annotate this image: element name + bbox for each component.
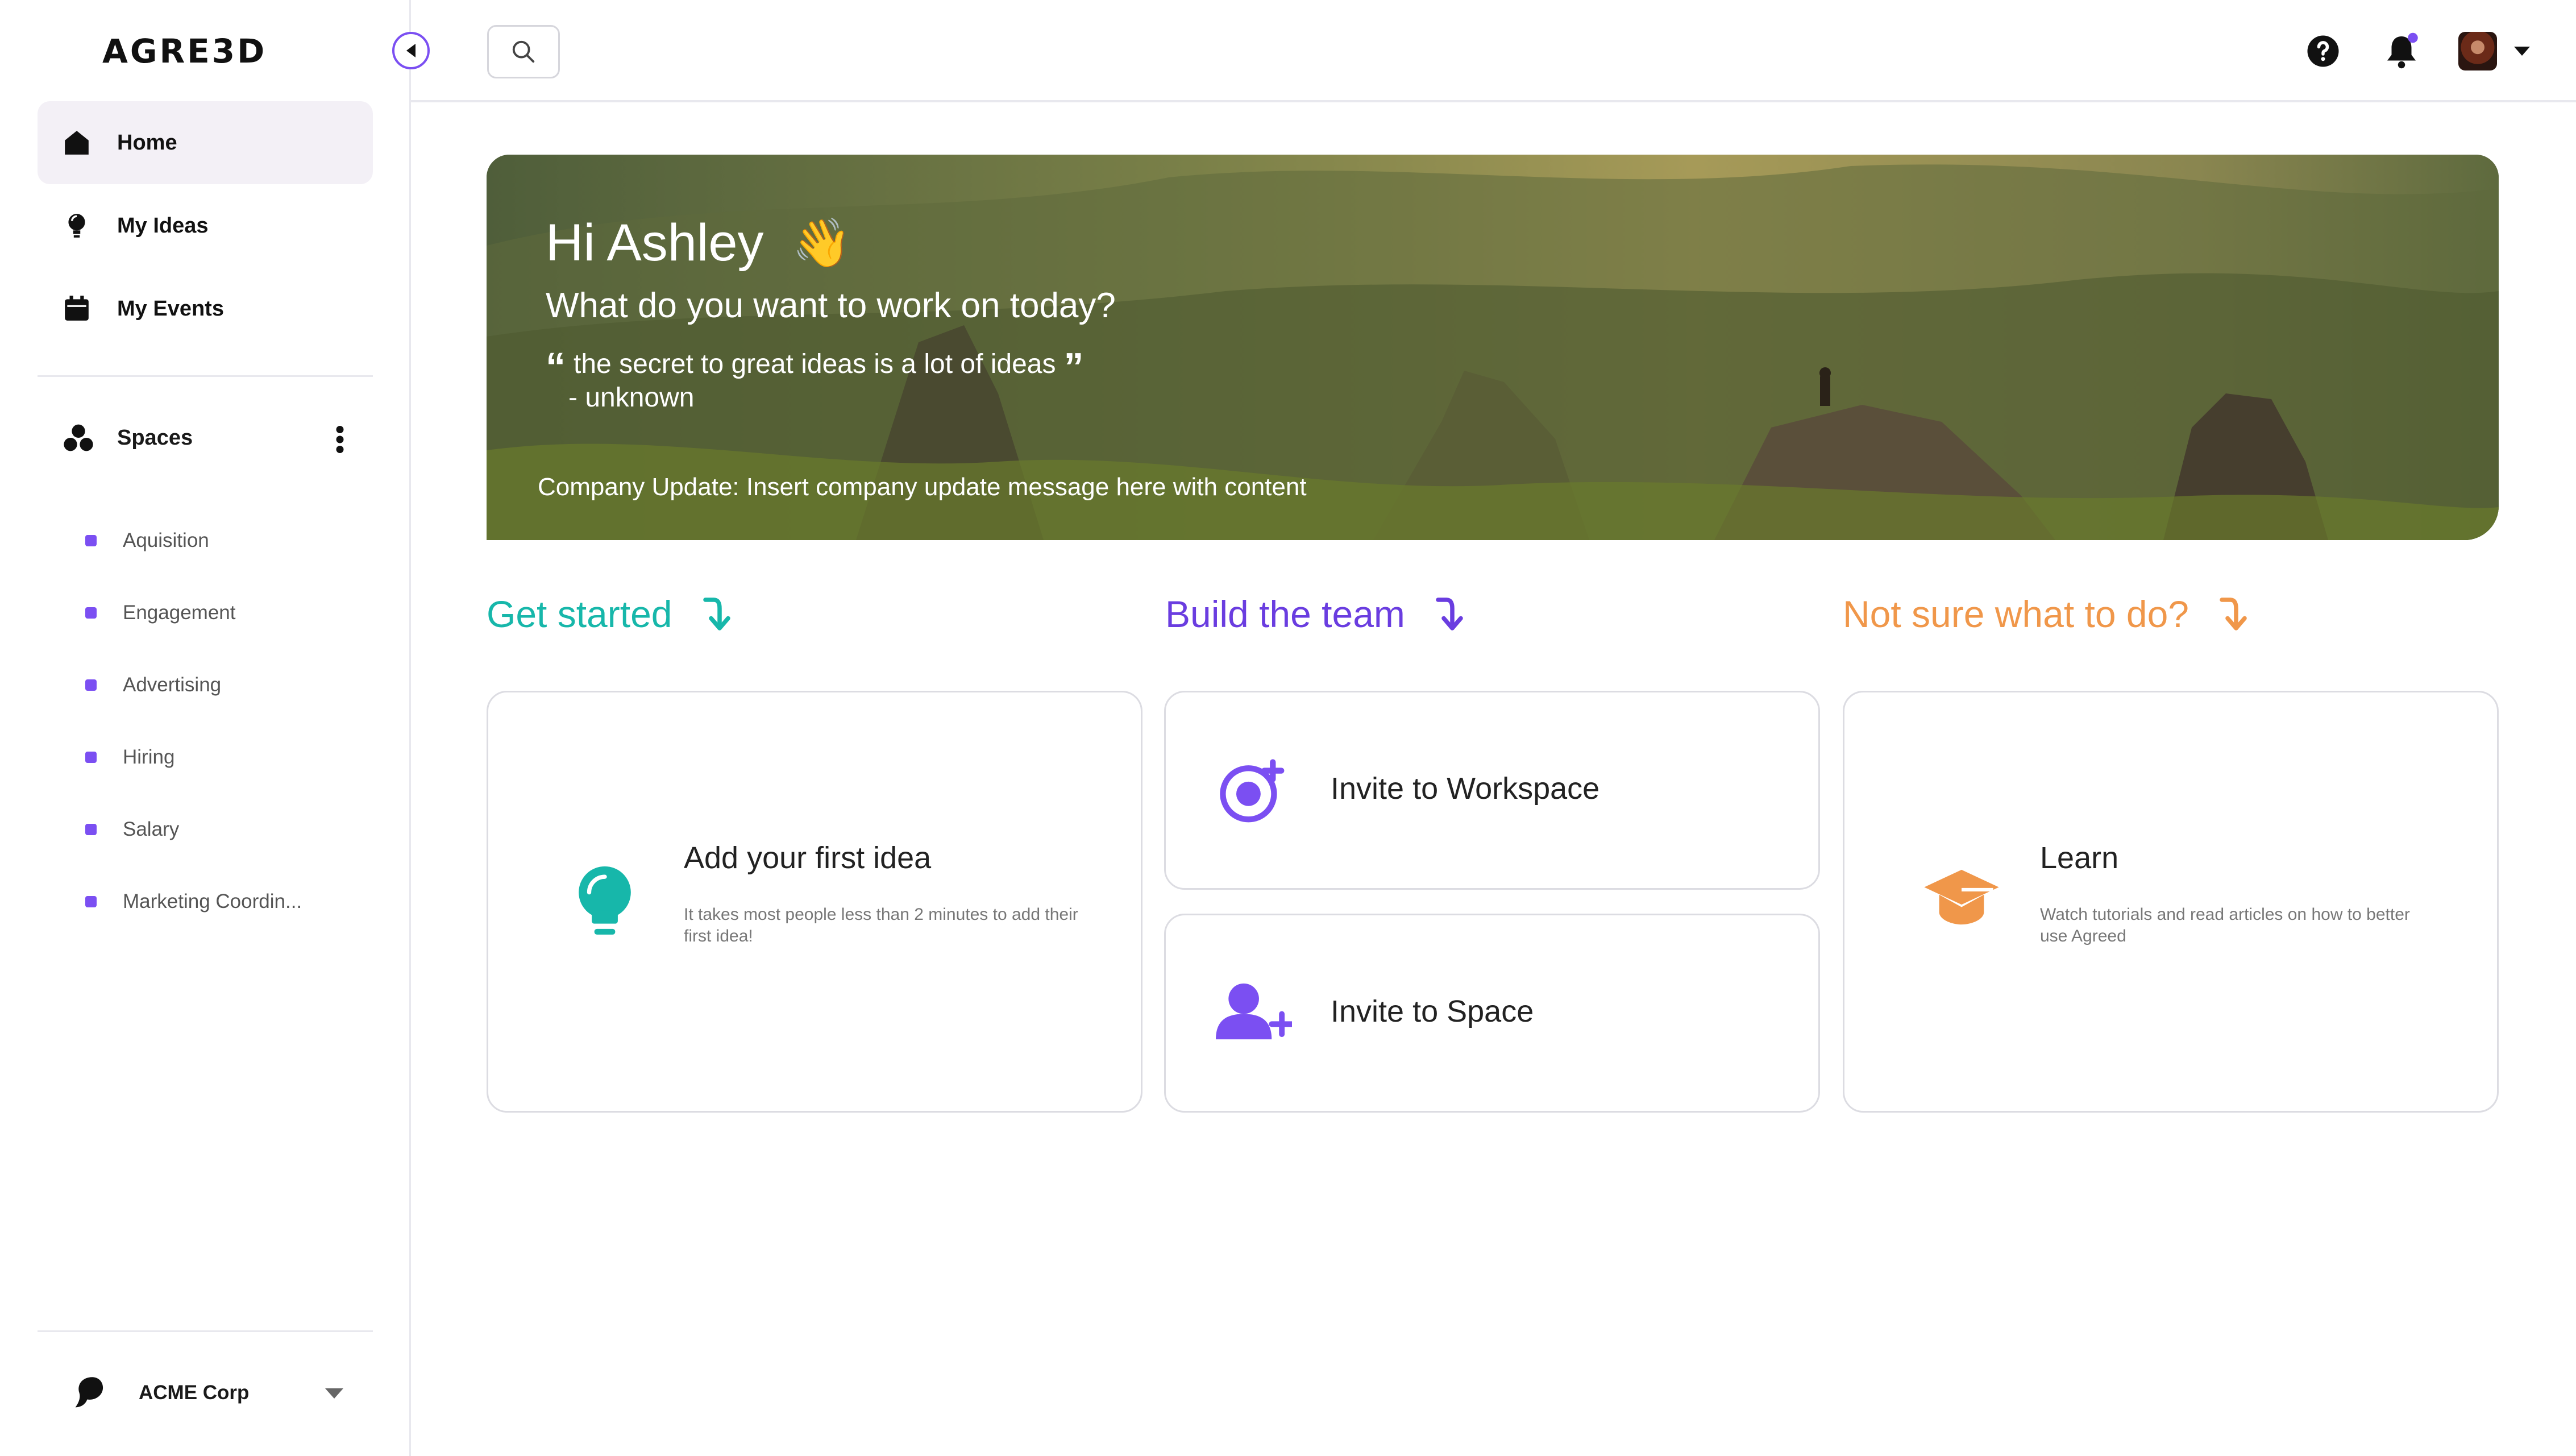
space-color-dot (85, 823, 97, 835)
learn-card[interactable]: Learn Watch tutorials and read articles … (1843, 691, 2499, 1113)
space-item-label: Salary (123, 818, 180, 840)
space-item-hiring[interactable]: Hiring (85, 721, 369, 793)
space-item-label: Marketing Coordin... (123, 890, 302, 912)
spaces-icon (64, 424, 93, 451)
space-item-label: Advertising (123, 673, 222, 696)
quote-text: the secret to great ideas is a lot of id… (574, 349, 1056, 379)
chevron-down-icon[interactable] (2514, 47, 2530, 56)
sidebar-divider (38, 375, 373, 377)
spaces-list: Aquisition Engagement Advertising Hiring… (85, 504, 369, 938)
space-color-dot (85, 751, 97, 763)
avatar[interactable] (2458, 32, 2497, 70)
space-color-dot (85, 607, 97, 619)
graduation-cap-icon (1924, 869, 1999, 925)
nav-item-my-ideas[interactable]: My Ideas (38, 184, 373, 267)
help-icon[interactable] (2306, 34, 2340, 68)
spaces-label: Spaces (117, 425, 193, 450)
nav-item-home[interactable]: Home (38, 101, 373, 184)
spaces-header[interactable]: Spaces (38, 398, 373, 478)
main-nav: Home My Ideas My Events (38, 101, 373, 350)
section-heading-build-the-team: Build the team (1165, 586, 1466, 642)
section-heading-get-started: Get started (487, 586, 734, 642)
close-quote-mark: ” (1063, 345, 1084, 389)
calendar-icon (63, 294, 91, 323)
org-switcher[interactable]: ACME Corp (38, 1359, 373, 1427)
add-user-icon (1216, 983, 1292, 1040)
greeting-text: Hi Ashley (546, 213, 764, 272)
section-heading-not-sure: Not sure what to do? (1843, 586, 2250, 642)
space-item-engagement[interactable]: Engagement (85, 576, 369, 649)
section-heading-label: Get started (487, 593, 672, 635)
nav-item-my-events[interactable]: My Events (38, 267, 373, 350)
org-logo-icon (75, 1377, 103, 1408)
search-button[interactable] (487, 25, 560, 78)
invite-to-workspace-card[interactable]: Invite to Workspace (1164, 691, 1820, 890)
arrow-down-icon (703, 598, 730, 630)
space-color-dot (85, 679, 97, 691)
invite-workspace-icon (1220, 759, 1285, 823)
nav-item-label: My Events (117, 296, 224, 321)
quote: “ the secret to great ideas is a lot of … (538, 345, 1116, 389)
card-title: Invite to Workspace (1331, 771, 1600, 806)
wave-emoji: 👋 (792, 215, 852, 269)
hero-text: Hi Ashley 👋 What do you want to work on … (546, 211, 1116, 413)
top-bar (411, 0, 2576, 102)
card-title: Invite to Space (1331, 994, 1534, 1028)
more-options-icon[interactable] (335, 425, 344, 454)
hero-banner: Hi Ashley 👋 What do you want to work on … (487, 155, 2499, 540)
sidebar: AGRE3D Home My Ideas My Events Spaces Aq… (0, 0, 411, 1456)
lightbulb-icon (63, 211, 91, 240)
lightbulb-icon (579, 866, 631, 935)
open-quote-mark: “ (546, 345, 566, 389)
add-first-idea-card[interactable]: Add your first idea It takes most people… (487, 691, 1142, 1113)
sidebar-divider (38, 1330, 373, 1332)
invite-to-space-card[interactable]: Invite to Space (1164, 914, 1820, 1113)
card-description: Watch tutorials and read articles on how… (2040, 905, 2410, 945)
section-heading-label: Build the team (1165, 593, 1405, 635)
arrow-down-icon (1436, 598, 1463, 630)
company-update: Company Update: Insert company update me… (538, 473, 1307, 501)
space-item-salary[interactable]: Salary (85, 793, 369, 865)
logo-text: AGRE3D (102, 32, 267, 70)
space-color-dot (85, 534, 97, 546)
space-item-label: Engagement (123, 601, 236, 624)
bell-icon[interactable] (2384, 32, 2419, 69)
space-item-label: Aquisition (123, 529, 209, 551)
greeting: Hi Ashley 👋 (546, 211, 1116, 274)
org-name: ACME Corp (139, 1382, 250, 1404)
collapse-sidebar-button[interactable] (392, 32, 430, 69)
card-title: Learn (2040, 841, 2119, 875)
space-item-aquisition[interactable]: Aquisition (85, 504, 369, 576)
hero-question: What do you want to work on today? (546, 286, 1116, 325)
card-title: Add your first idea (684, 841, 932, 875)
space-item-advertising[interactable]: Advertising (85, 649, 369, 721)
space-color-dot (85, 895, 97, 907)
chevron-down-icon[interactable] (325, 1388, 343, 1399)
quote-author: - unknown (568, 383, 695, 413)
card-description: It takes most people less than 2 minutes… (684, 905, 1078, 945)
section-heading-label: Not sure what to do? (1843, 593, 2189, 635)
app-logo[interactable]: AGRE3D (102, 32, 267, 70)
nav-item-label: My Ideas (117, 213, 209, 238)
space-item-marketing-coordination[interactable]: Marketing Coordin... (85, 865, 369, 938)
space-item-label: Hiring (123, 745, 175, 768)
nav-item-label: Home (117, 130, 177, 155)
chevron-left-icon (406, 44, 416, 57)
notification-dot (2408, 32, 2418, 43)
home-icon (63, 128, 91, 157)
arrow-down-icon (2220, 598, 2247, 630)
search-icon (512, 40, 535, 63)
